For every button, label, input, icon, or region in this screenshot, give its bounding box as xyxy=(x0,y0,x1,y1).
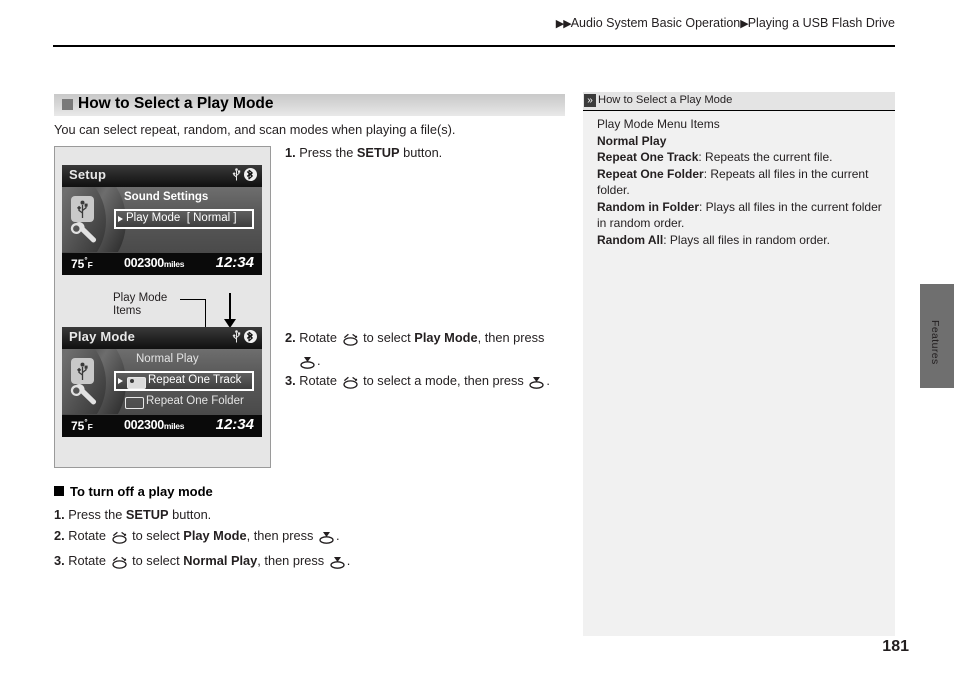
play-mode-screen: Play Mode Normal Play Repeat One Track R… xyxy=(62,327,262,437)
temperature-readout: 75°F xyxy=(71,418,93,433)
sidebar-panel: » How to Select a Play Mode Play Mode Me… xyxy=(583,92,895,636)
sidebar-header: » How to Select a Play Mode xyxy=(583,92,895,111)
clock-readout: 12:34 xyxy=(215,254,254,271)
turn-off-step-3: 3. Rotate to select Normal Play, then pr… xyxy=(54,550,474,575)
callout-leader-horizontal xyxy=(180,299,206,300)
sidebar-chevron-icon: » xyxy=(584,94,596,107)
page-number: 181 xyxy=(882,638,909,655)
usb-source-icon xyxy=(71,358,94,384)
sidebar-header-title: How to Select a Play Mode xyxy=(598,94,733,106)
section-heading: How to Select a Play Mode xyxy=(54,94,565,116)
selection-caret-icon xyxy=(118,216,123,222)
rotate-knob-icon xyxy=(342,332,359,351)
sidebar-entry: Normal Play xyxy=(597,133,667,148)
breadcrumb-arrow-icon: ▶▶ xyxy=(555,18,572,30)
step-1: 1. Press the SETUP button. xyxy=(285,145,443,160)
step-3: 3. Rotate to select a mode, then press . xyxy=(285,371,575,394)
bluetooth-icon xyxy=(244,168,257,181)
repeat-one-track-icon xyxy=(127,377,146,389)
header-divider xyxy=(53,45,895,47)
sidebar-body: Play Mode Menu Items Normal Play Repeat … xyxy=(597,116,882,248)
play-mode-screen-status-icons xyxy=(232,330,257,343)
breadcrumb-separator-icon: ▶ xyxy=(740,18,749,30)
press-knob-icon xyxy=(528,375,545,394)
selection-caret-icon xyxy=(118,378,123,384)
rotate-knob-icon xyxy=(342,375,359,394)
sidebar-entry: Random in Folder: Plays all files in the… xyxy=(597,199,882,231)
setup-screen: Setup Sound Settings Play Mode [Normal … xyxy=(62,165,262,275)
page-title: How to Select a Play Mode xyxy=(78,95,274,112)
usb-source-icon xyxy=(71,196,94,222)
list-item-label: Repeat One Folder xyxy=(146,395,244,407)
press-knob-icon xyxy=(318,529,335,550)
sound-settings-label: Sound Settings xyxy=(124,191,209,203)
setup-screen-body: Sound Settings Play Mode [ Normal ] xyxy=(62,187,262,253)
clock-readout: 12:34 xyxy=(215,416,254,433)
turn-off-step-2: 2. Rotate to select Play Mode, then pres… xyxy=(54,525,474,550)
callout-down-arrow-icon xyxy=(224,293,236,328)
setup-screen-title: Setup xyxy=(69,167,107,182)
manual-page: ▶▶Audio System Basic Operation▶Playing a… xyxy=(0,0,954,674)
list-item-label: Normal Play xyxy=(136,353,199,365)
turn-off-steps: 1. Press the SETUP button. 2. Rotate to … xyxy=(54,504,474,575)
turn-off-step-1: 1. Press the SETUP button. xyxy=(54,507,212,522)
bluetooth-icon xyxy=(244,330,257,343)
rotate-knob-icon xyxy=(111,554,128,575)
play-mode-row[interactable]: Play Mode [ Normal ] xyxy=(114,209,254,229)
callout-line-2: Items xyxy=(113,305,142,317)
heading-square-bullet-icon xyxy=(62,99,73,110)
play-mode-screen-title: Play Mode xyxy=(69,329,136,344)
setup-screen-status-bar: 75°F 002300miles 12:34 xyxy=(62,252,262,275)
list-item[interactable]: Repeat One Track xyxy=(114,371,254,391)
setup-screen-status-icons xyxy=(232,168,257,181)
setup-screen-titlebar: Setup xyxy=(62,165,262,188)
play-mode-screen-status-bar: 75°F 002300miles 12:34 xyxy=(62,414,262,437)
sidebar-entry: Repeat One Track: Repeats the current fi… xyxy=(597,150,833,164)
temperature-readout: 75°F xyxy=(71,256,93,271)
sidebar-entry: Repeat One Folder: Repeats all files in … xyxy=(597,166,869,198)
repeat-one-folder-icon xyxy=(125,397,144,409)
list-item[interactable]: Repeat One Folder xyxy=(114,393,254,411)
breadcrumb: ▶▶Audio System Basic Operation▶Playing a… xyxy=(0,16,895,30)
breadcrumb-part-2: Playing a USB Flash Drive xyxy=(747,16,895,30)
sidebar-entry: Random All: Plays all files in random or… xyxy=(597,232,830,247)
features-tab-label: Features xyxy=(929,320,941,365)
breadcrumb-part-1: Audio System Basic Operation xyxy=(570,16,741,30)
usb-icon xyxy=(232,168,241,181)
odometer-readout: 002300miles xyxy=(124,256,185,270)
play-mode-screen-body: Normal Play Repeat One Track Repeat One … xyxy=(62,349,262,415)
sidebar-intro: Play Mode Menu Items xyxy=(597,117,720,131)
play-mode-screen-titlebar: Play Mode xyxy=(62,327,262,350)
list-item[interactable]: Normal Play xyxy=(114,351,254,369)
setup-wrench-icon xyxy=(68,220,98,251)
illustration-container: Setup Sound Settings Play Mode [Normal … xyxy=(54,146,271,468)
setup-wrench-icon xyxy=(68,382,98,413)
step-2: 2. Rotate to select Play Mode, then pres… xyxy=(285,328,575,374)
heading-square-bullet-icon xyxy=(54,486,64,496)
list-item-label: Repeat One Track xyxy=(148,374,242,386)
usb-icon xyxy=(232,330,241,343)
press-knob-icon xyxy=(329,554,346,575)
callout-line-1: Play Mode xyxy=(113,292,168,304)
rotate-knob-icon xyxy=(111,529,128,550)
subsection-heading: To turn off a play mode xyxy=(54,484,213,499)
odometer-readout: 002300miles xyxy=(124,418,185,432)
play-mode-row-label: Play Mode [ Normal ] xyxy=(126,212,237,224)
callout-label: Play Mode Items xyxy=(113,292,167,318)
intro-text: You can select repeat, random, and scan … xyxy=(54,122,456,137)
